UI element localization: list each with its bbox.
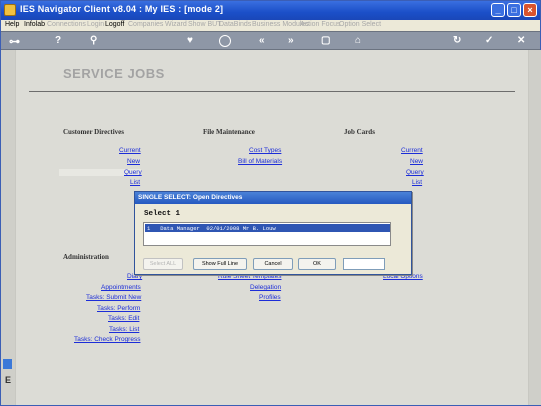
home-icon[interactable]: ⌂ bbox=[355, 35, 361, 46]
window-title: IES Navigator Client v8.04 : My IES : [m… bbox=[20, 4, 224, 14]
select-all-button: Select ALL bbox=[143, 258, 183, 270]
close-button[interactable]: × bbox=[523, 3, 537, 17]
sync-icon[interactable]: ↻ bbox=[453, 35, 461, 46]
status-badge bbox=[3, 359, 12, 369]
history-icon[interactable] bbox=[219, 35, 231, 47]
bill-of-materials-link[interactable]: Bill of Materials bbox=[238, 158, 282, 165]
cd-new-link[interactable]: New bbox=[127, 158, 140, 165]
customer-directives-heading: Customer Directives bbox=[63, 128, 124, 136]
jc-query-link[interactable]: Query bbox=[406, 169, 424, 176]
job-cards-heading: Job Cards bbox=[344, 128, 375, 136]
jc-current-link[interactable]: Current bbox=[401, 147, 423, 154]
menu-login: Login bbox=[87, 21, 105, 28]
cost-types-link[interactable]: Cost Types bbox=[249, 147, 281, 154]
menu-action-focus: Action Focus bbox=[300, 21, 341, 28]
administration-heading: Administration bbox=[63, 253, 109, 261]
stop-icon[interactable]: ▢ bbox=[321, 35, 330, 46]
app-icon bbox=[4, 4, 16, 16]
menu-help[interactable]: Help bbox=[5, 21, 19, 28]
menu-wizard: Wizard bbox=[165, 21, 187, 28]
marker-icon: E bbox=[5, 375, 12, 385]
title-divider bbox=[29, 91, 515, 92]
cd-list-link[interactable]: List bbox=[130, 179, 140, 186]
jc-list-link[interactable]: List bbox=[412, 179, 422, 186]
menu-option-select: Option Select bbox=[339, 21, 382, 28]
toolbar: ⊶ ? ⚲ ♥ « » ▢ ⌂ ↻ ✓ ✕ bbox=[1, 31, 540, 50]
close-icon[interactable]: ✕ bbox=[517, 35, 525, 46]
menu-infolab[interactable]: Infolab bbox=[24, 21, 45, 28]
ok-icon[interactable]: ✓ bbox=[485, 35, 493, 46]
single-select-dialog: SINGLE SELECT: Open Directives Select 1 … bbox=[134, 191, 412, 275]
filter-input[interactable] bbox=[343, 258, 385, 270]
menu-databinds: DataBinds bbox=[219, 21, 252, 28]
ok-button[interactable]: OK bbox=[298, 258, 336, 270]
jc-new-link[interactable]: New bbox=[410, 158, 423, 165]
show-full-line-button[interactable]: Show Full Line bbox=[193, 258, 247, 270]
appointments-link[interactable]: Appointments bbox=[101, 284, 141, 291]
file-maintenance-heading: File Maintenance bbox=[203, 128, 255, 136]
search-icon[interactable]: ⚲ bbox=[90, 35, 97, 46]
back-icon[interactable]: « bbox=[259, 35, 265, 46]
menu-connections: Connections bbox=[47, 21, 86, 28]
key-icon[interactable]: ⊶ bbox=[9, 35, 20, 48]
delegation-link[interactable]: Delegation bbox=[250, 284, 281, 291]
menu-show-but: Show BUT bbox=[188, 21, 222, 28]
select-prompt: Select 1 bbox=[144, 210, 181, 218]
cd-query-link[interactable]: Query bbox=[124, 169, 142, 176]
right-panel bbox=[529, 50, 541, 405]
page-title: SERVICE JOBS bbox=[63, 66, 165, 81]
left-panel bbox=[1, 50, 15, 405]
profiles-link[interactable]: Profiles bbox=[259, 294, 281, 301]
list-item[interactable]: 1 Data Manager 02/01/2008 Mr B. Louw bbox=[145, 224, 390, 232]
menu-logoff[interactable]: Logoff bbox=[105, 21, 124, 28]
forward-icon[interactable]: » bbox=[288, 35, 294, 46]
menu-bar: Help Infolab Connections Login Logoff Co… bbox=[1, 20, 540, 31]
tasks-submit-new-link[interactable]: Tasks: Submit New bbox=[86, 294, 141, 301]
title-bar: IES Navigator Client v8.04 : My IES : [m… bbox=[1, 1, 540, 20]
tasks-check-progress-link[interactable]: Tasks: Check Progress bbox=[74, 336, 140, 343]
help-icon[interactable]: ? bbox=[55, 35, 61, 46]
dialog-title: SINGLE SELECT: Open Directives bbox=[135, 192, 411, 204]
directives-listbox[interactable]: 1 Data Manager 02/01/2008 Mr B. Louw bbox=[143, 222, 391, 246]
maximize-button[interactable]: □ bbox=[507, 3, 521, 17]
minimize-button[interactable]: _ bbox=[491, 3, 505, 17]
heart-icon[interactable]: ♥ bbox=[187, 35, 193, 46]
cancel-button[interactable]: Cancel bbox=[253, 258, 293, 270]
app-window: IES Navigator Client v8.04 : My IES : [m… bbox=[0, 0, 541, 406]
tasks-perform-link[interactable]: Tasks: Perform bbox=[97, 305, 140, 312]
tasks-edit-link[interactable]: Tasks: Edit bbox=[108, 315, 139, 322]
menu-companies: Companies bbox=[128, 21, 164, 28]
cd-current-link[interactable]: Current bbox=[119, 147, 141, 154]
tasks-list-link[interactable]: Tasks: List bbox=[109, 326, 139, 333]
